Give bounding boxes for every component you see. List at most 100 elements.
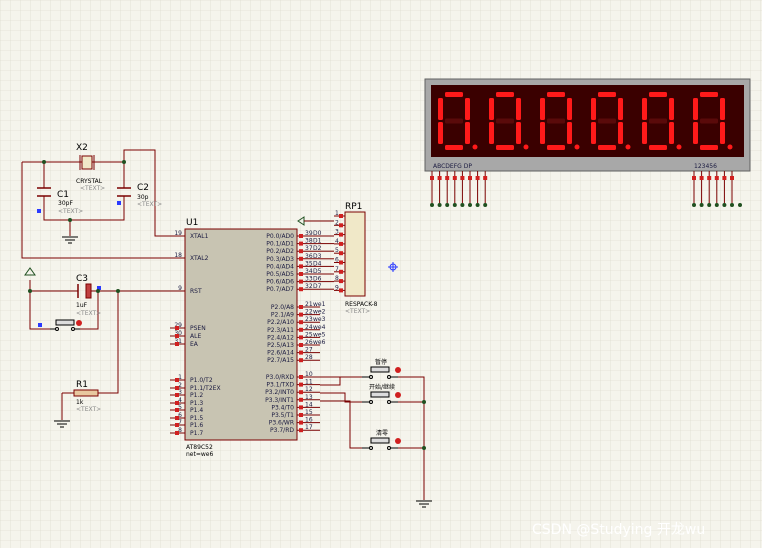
digit-segment [700,145,718,150]
pin-state-marker [339,260,343,265]
mcu-pin-name: P2.0/A8 [271,304,294,311]
mcu-pin-name: P3.4/T0 [271,404,294,411]
pin-state-marker [299,390,303,395]
digit-segment [496,145,514,150]
mcu-pin-name: P2.2/A10 [267,319,294,326]
pin-state-marker [339,214,343,218]
mcu-pin-number: 35 [305,260,313,267]
digit-segment [547,92,565,97]
pin-state-marker [175,431,179,435]
mcu-pin-name: PSEN [190,325,206,332]
pin-state-marker [339,241,343,246]
seven-segment-display[interactable]: ABCDEFG DP 123456 [424,78,751,172]
rp1-pin-number: 7 [335,266,339,273]
digit-segment [598,145,616,150]
digit-segment [642,98,647,120]
pin-state-marker [299,358,303,363]
mcu-pin-name: P1.4 [190,407,203,414]
digit-dp [727,144,733,150]
mcu-pin-number: 18 [174,252,182,259]
mcu-pin-name: P1.3 [190,400,203,407]
pin-state-marker [299,272,303,276]
mcu-pin-name: P2.7/A15 [267,357,294,364]
c2-value: 30p [137,194,149,201]
pin-state-marker [299,305,303,309]
digit-dp [574,144,580,150]
digit-segment [591,122,596,144]
c1-value: 30pF [58,200,73,207]
mcu-pin-name: P1.1/T2EX [190,385,221,392]
pin-state-marker [299,279,303,284]
pin-state-marker [299,375,303,379]
digit-segment [598,92,616,97]
rp1-pin-number: 3 [335,229,339,236]
digit-segment [496,92,514,97]
mcu-pin-name: P2.5/A13 [267,342,294,349]
digit-segment [465,98,470,120]
pin-state-marker [299,241,303,246]
digit-segment [700,118,718,124]
digit-segment [547,145,565,150]
digit-segment [693,122,698,144]
mcu-net-label: we6 [313,339,326,346]
c2-text: <TEXT> [137,201,162,208]
mcu-pin-name: P0.1/AD1 [266,241,294,248]
digit-segment [567,98,572,120]
rp1-pin-number: 9 [335,284,339,291]
segment-labels: ABCDEFG DP [433,163,472,170]
mcu-pin-number: 39 [305,230,313,237]
pin-state-marker [339,251,343,256]
pin-state-marker [722,176,727,180]
mcu-pin-name: P3.1/TXD [266,382,294,389]
digit-segment [642,122,647,144]
digit-segment [516,122,521,144]
mcu-pin-number: 14 [305,401,313,408]
mcu-pin-name: P2.1/A9 [271,312,294,319]
pin-state-marker [339,269,343,274]
mcu-net-label: we5 [313,331,326,338]
clear-button-label: 清零 [376,429,388,437]
digit-segment [720,122,725,144]
mcu-pin-name: P2.4/A12 [267,334,294,341]
digit-pin-junction [707,203,712,207]
segment-pin-junction [483,203,488,207]
mcu-pin-name: P1.0/T2 [190,377,213,384]
mcu-pin-number: 9 [178,285,182,292]
mcu-pin-name: P3.0/RXD [266,374,294,381]
mcu-pin-name: P1.6 [190,422,203,429]
mcu-net-label: we3 [313,316,326,323]
mcu-pin-number: 21 [305,301,313,308]
start-button-label: 开始/继续 [369,383,395,391]
schematic-canvas[interactable]: X2 CRYSTAL <TEXT> C1 30pF <TEXT> C2 30p … [0,0,762,548]
mcu-pin-name: P3.2/INT0 [265,389,294,396]
u1-chip: AT89C52 [186,444,213,451]
pin-state-marker [299,397,303,402]
pin-state-marker [299,343,303,347]
pause-button-label: 暂停 [375,358,387,366]
pin-state-marker [445,176,450,180]
mcu-pin-number: 22 [305,309,313,316]
mcu-pin-name: P3.6/WR [269,420,294,427]
mcu-pin-name: P3.3/INT1 [265,397,294,404]
pin-state-marker [339,279,343,284]
mcu-pin-name: P0.0/AD0 [266,233,294,240]
mcu-pin-name: ALE [190,333,201,340]
pin-state-marker [299,413,303,417]
pin-state-marker [299,420,303,425]
pin-state-marker [299,335,303,340]
pin-state-marker [299,382,303,387]
mcu-pin-number: 37 [305,245,313,252]
c3-value: 1uF [76,302,88,309]
mcu-pin-name: P1.2 [190,392,203,399]
digit-segment [445,145,463,150]
x2-text: <TEXT> [80,185,105,192]
pin-state-marker [339,232,343,237]
pin-state-marker [299,287,303,292]
c3-ref: C3 [76,274,88,284]
digit-segment [693,98,698,120]
mcu-pin-name: P3.5/T1 [271,412,294,419]
digit-labels: 123456 [694,163,717,170]
pin-state-marker [452,176,457,180]
rp1-pin-number: 8 [335,275,339,282]
digit-pin-junction [699,203,704,207]
